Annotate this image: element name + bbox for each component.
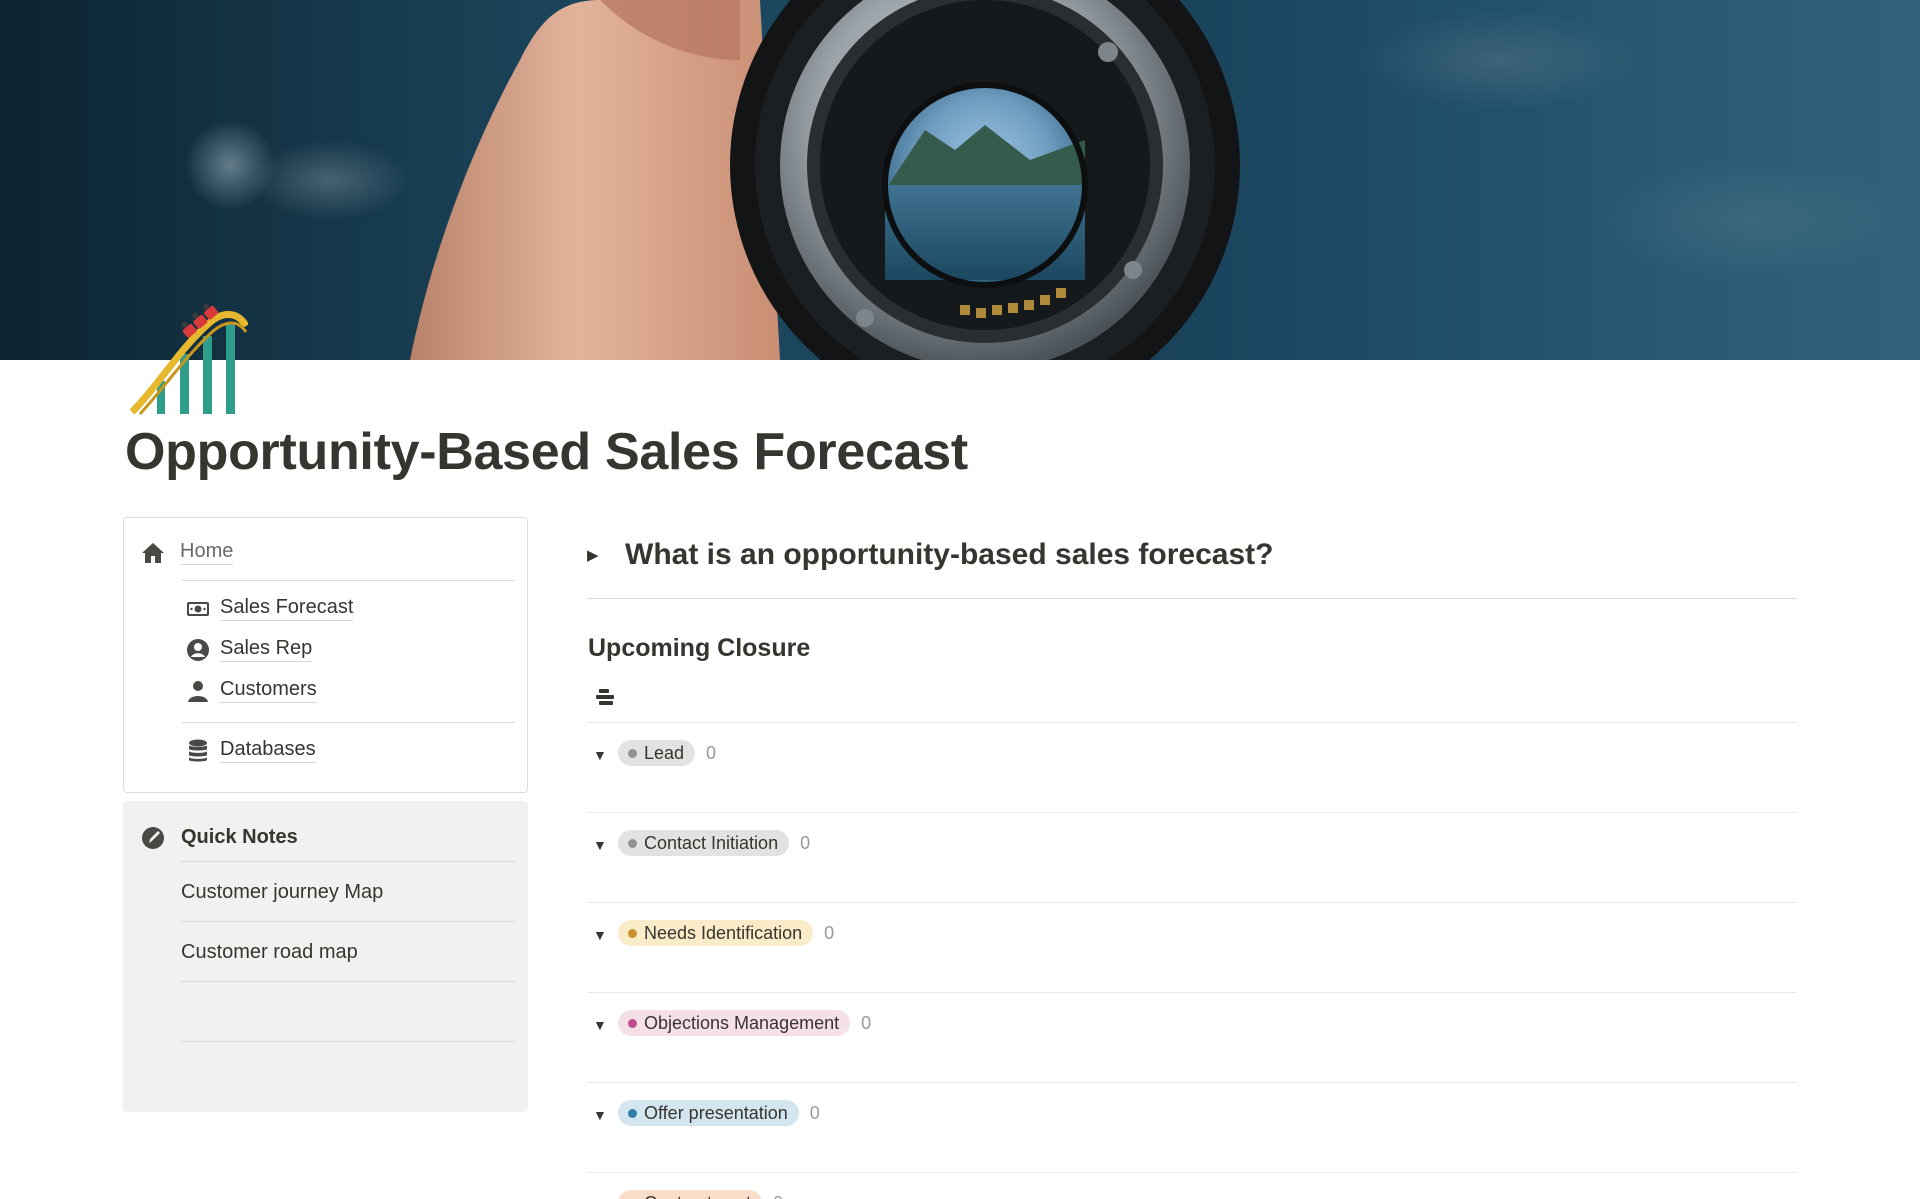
divider [180,861,515,862]
collapse-arrow-icon[interactable]: ▼ [588,1107,618,1123]
group-count: 0 [824,923,835,943]
status-pill: Lead [618,740,696,766]
user-circle-icon [186,638,210,662]
group-count: 0 [773,1193,783,1199]
status-group[interactable]: ▼ Objections Management 0 [588,1010,871,1070]
nav-sales-forecast[interactable]: Sales Forecast [186,596,354,621]
divider [182,722,515,723]
group-count: 0 [861,1013,872,1033]
toggle-heading[interactable]: ▶ What is an opportunity-based sales for… [587,538,1273,572]
status-pill: Needs Identification [618,920,814,946]
status-group[interactable]: ▼ Lead 0 [588,740,716,800]
nav-databases-label[interactable]: Databases [220,738,316,763]
divider [180,921,515,922]
status-group[interactable]: ▼Contract sent0 [588,1190,783,1199]
quick-notes-card: Quick Notes Customer journey Map Custome… [123,801,528,1112]
divider [180,981,515,982]
collapse-arrow-icon[interactable]: ▼ [588,927,618,943]
status-dot-icon [628,1018,637,1028]
page-title: Opportunity-Based Sales Forecast [125,423,968,481]
nav-databases[interactable]: Databases [186,738,316,763]
home-icon [141,541,165,565]
status-pill: Contact Initiation [618,830,790,856]
nav-home-label[interactable]: Home [180,540,234,565]
status-label: Objections Management [644,1012,840,1033]
pen-icon [141,826,165,850]
note-link[interactable]: Customer road map [181,941,358,964]
nav-item-label[interactable]: Customers [220,678,317,703]
nav-customers[interactable]: Customers [186,678,317,703]
collapse-arrow-icon[interactable]: ▼ [588,837,618,853]
roller-coaster-icon[interactable] [128,296,250,416]
status-group[interactable]: ▼ Needs Identification 0 [588,920,834,980]
status-label: Lead [644,742,685,763]
divider [180,1041,515,1042]
status-pill: Objections Management [618,1010,851,1036]
quick-notes-title: Quick Notes [181,826,298,848]
divider [587,1172,1797,1173]
status-pill: Offer presentation [618,1100,799,1126]
toggle-heading-text: What is an opportunity-based sales forec… [625,538,1274,571]
divider [587,902,1797,903]
status-dot-icon [628,1108,637,1118]
nav-item-label[interactable]: Sales Forecast [220,596,354,621]
group-count: 0 [800,833,811,853]
money-icon [186,597,210,621]
toggle-arrow-icon[interactable]: ▶ [587,546,617,564]
status-dot-icon [628,838,637,848]
status-group[interactable]: ▼ Contact Initiation 0 [588,830,810,890]
status-group[interactable]: ▼ Offer presentation 0 [588,1100,820,1160]
collapse-arrow-icon[interactable]: ▼ [588,747,618,763]
divider [587,992,1797,993]
nav-sales-rep[interactable]: Sales Rep [186,637,313,662]
navigation-card: Home Sales Forecast Sales Rep Customers … [123,517,528,793]
status-dot-icon [628,928,637,938]
section-title: Upcoming Closure [588,634,811,662]
person-icon [186,679,210,703]
status-dot-icon [628,748,637,758]
divider [587,722,1797,723]
cover-image [0,0,1920,360]
nav-home[interactable]: Home [141,540,234,565]
nav-item-label[interactable]: Sales Rep [220,637,313,662]
status-label: Offer presentation [644,1102,788,1123]
status-label: Contact Initiation [644,832,779,853]
divider [587,812,1797,813]
divider [182,580,515,581]
note-link[interactable]: Customer journey Map [181,881,383,904]
collapse-arrow-icon[interactable]: ▼ [588,1017,618,1033]
status-pill: Contract sent [618,1190,763,1199]
group-count: 0 [809,1103,820,1123]
group-by-icon[interactable] [596,687,620,709]
database-icon [186,739,210,763]
status-label: Needs Identification [644,922,803,943]
divider [587,598,1797,599]
divider [587,1082,1797,1083]
status-label: Contract sent [644,1193,751,1199]
group-count: 0 [706,743,717,763]
